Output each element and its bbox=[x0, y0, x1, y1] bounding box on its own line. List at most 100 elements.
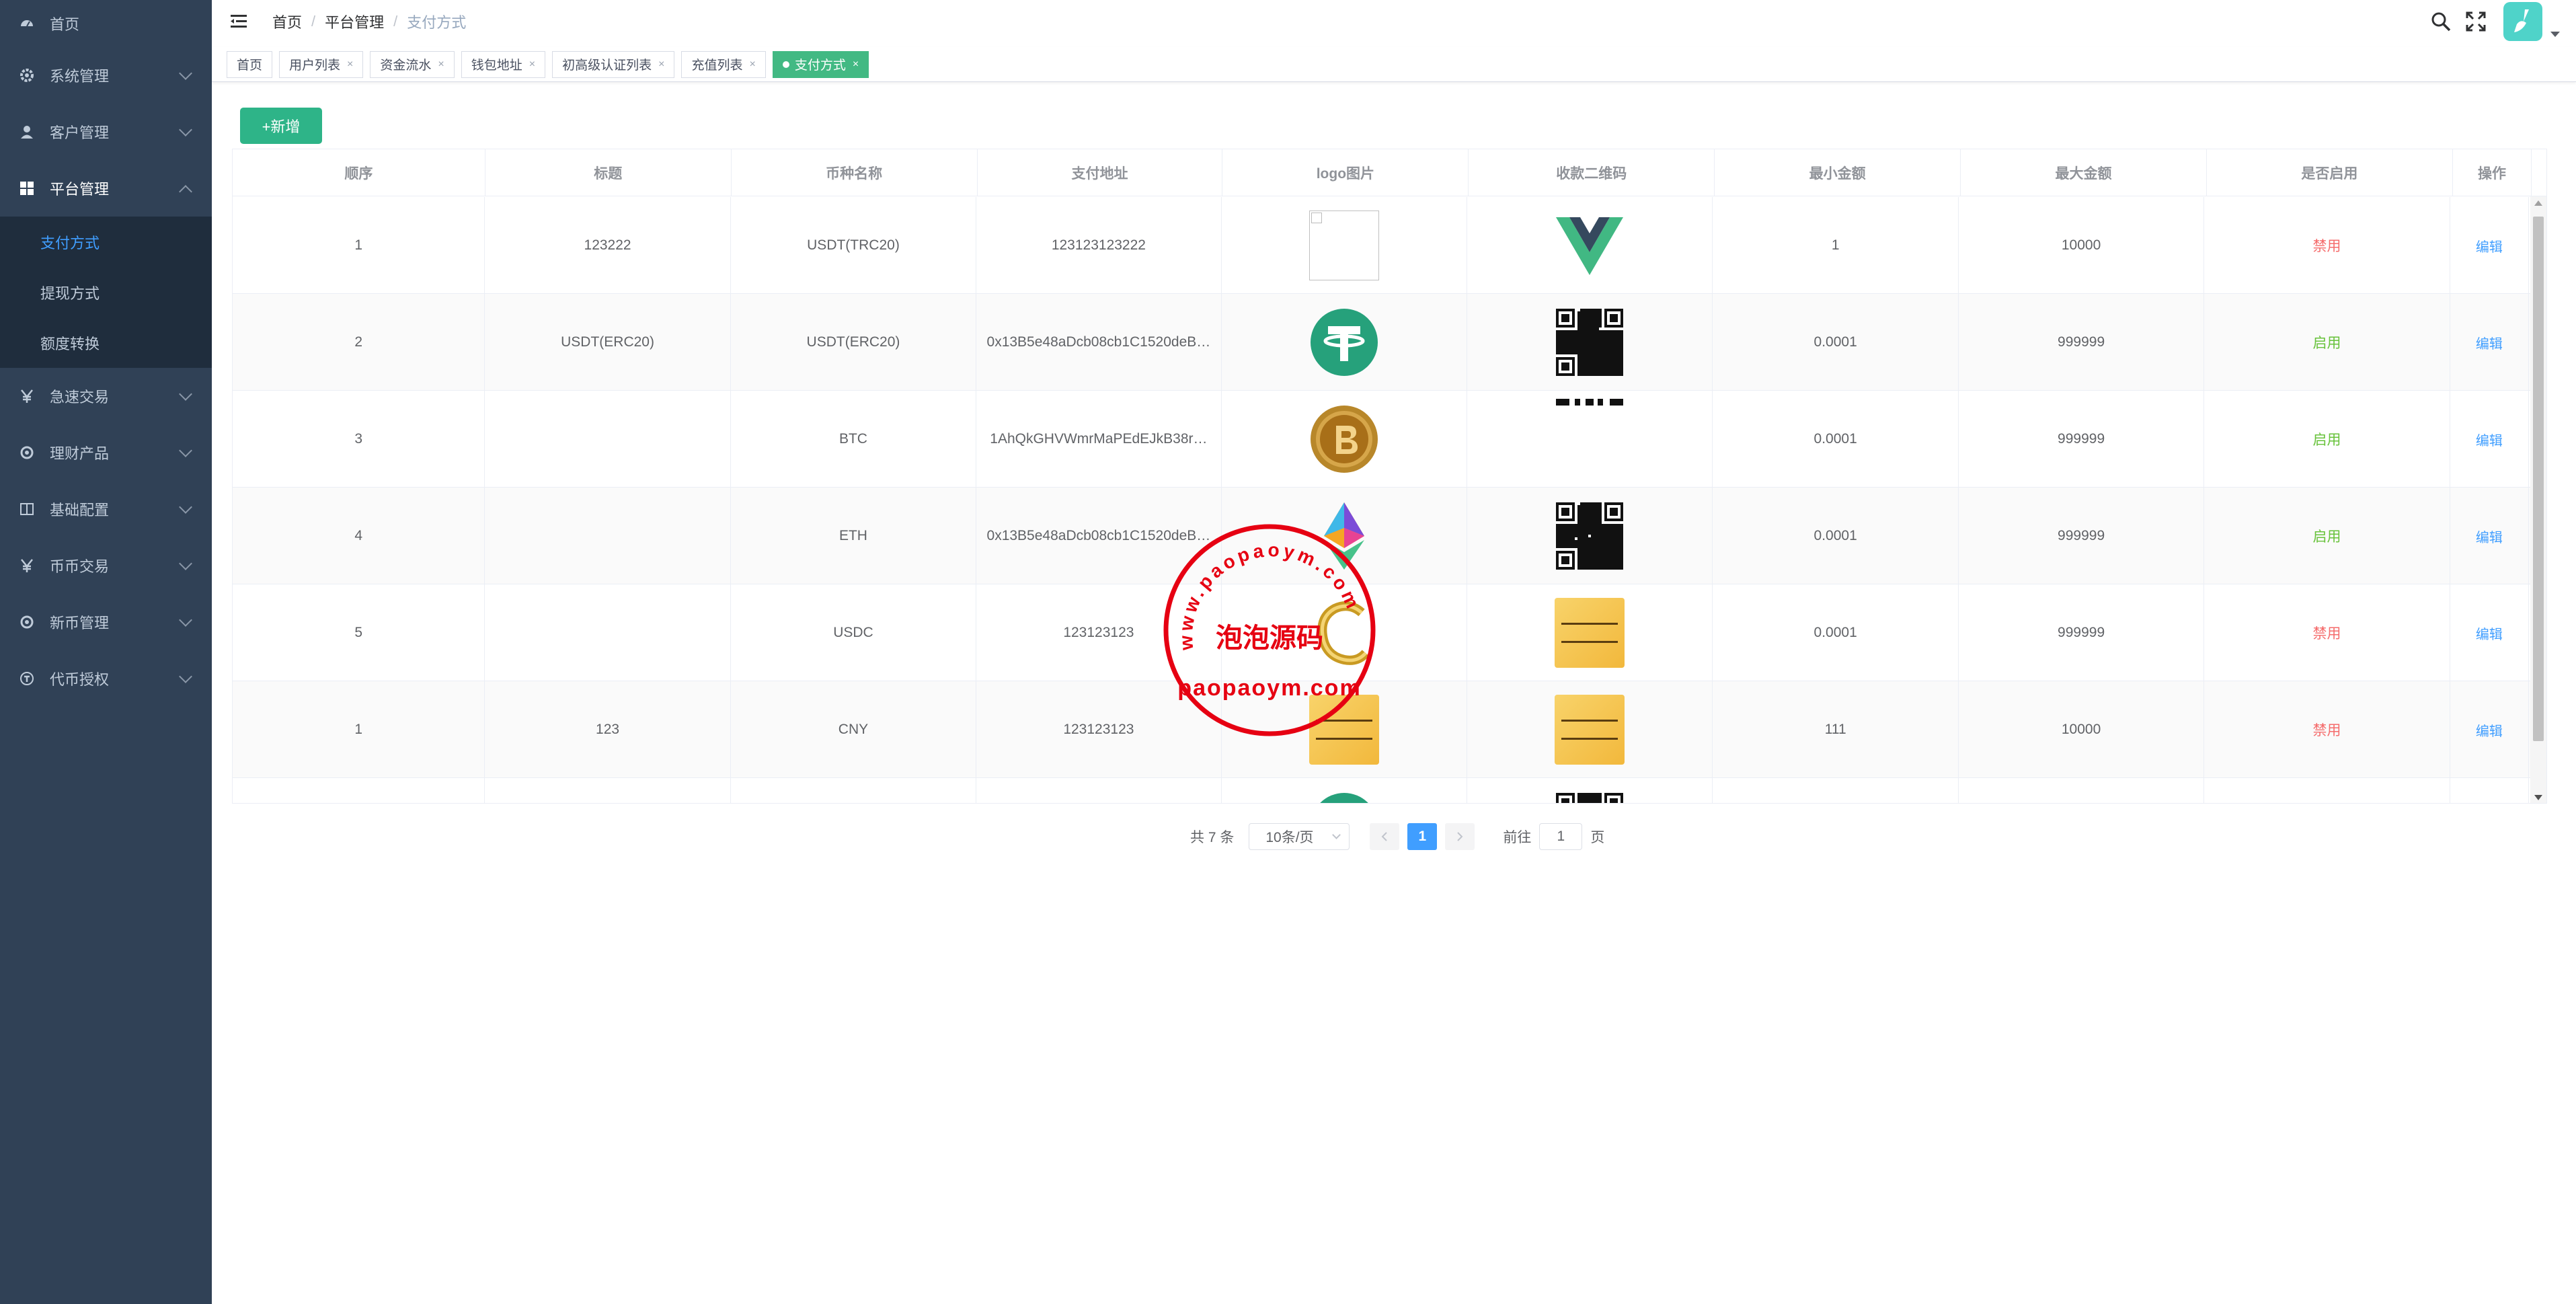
next-page-button[interactable] bbox=[1445, 823, 1475, 850]
sidebar-item-token-auth[interactable]: 代币授权 bbox=[0, 650, 212, 707]
sidebar-item-home[interactable]: 首页 bbox=[0, 0, 212, 47]
column-header-max: 最大金额 bbox=[1961, 149, 2207, 196]
page-number-button[interactable]: 1 bbox=[1407, 823, 1438, 850]
cell-status: 启用 bbox=[2204, 294, 2450, 391]
tag-verification-list[interactable]: 初高级认证列表 × bbox=[552, 50, 675, 78]
cell-status bbox=[2204, 778, 2450, 803]
status-badge: 禁用 bbox=[2312, 239, 2341, 254]
coin-value: USDT(ERC20) bbox=[806, 334, 900, 350]
scroll-down-icon[interactable] bbox=[2534, 795, 2542, 800]
close-icon[interactable]: × bbox=[438, 59, 444, 71]
tag-fund-flow[interactable]: 资金流水 × bbox=[370, 50, 455, 78]
qr-code-icon bbox=[1556, 502, 1624, 570]
cell-address: 0x13B5e48aDcb08cb1C1520deB… bbox=[976, 488, 1222, 584]
table-row: 1 123 CNY 123123123 111 10000 禁用 编辑 bbox=[233, 681, 2546, 778]
qr-code-icon bbox=[1556, 793, 1624, 803]
breadcrumb-item-platform[interactable]: 平台管理 bbox=[325, 11, 384, 32]
tag-recharge-list[interactable]: 充值列表 × bbox=[681, 50, 766, 78]
scroll-thumb[interactable] bbox=[2533, 217, 2544, 741]
search-icon[interactable] bbox=[2429, 10, 2452, 33]
order-value: 1 bbox=[354, 722, 363, 737]
sidebar-item-customers[interactable]: 客户管理 bbox=[0, 104, 212, 160]
cell-title: 123 bbox=[485, 681, 731, 778]
edit-button[interactable]: 编辑 bbox=[2476, 430, 2503, 449]
close-icon[interactable]: × bbox=[749, 59, 755, 71]
avatar[interactable] bbox=[2503, 2, 2560, 41]
pagination: 共 7 条 10条/页 1 前往 页 bbox=[1190, 823, 1604, 850]
edit-button[interactable]: 编辑 bbox=[2476, 623, 2503, 643]
tags-view: 首页 用户列表 × 资金流水 × 钱包地址 × 初高级认证列表 × 充值列表 ×… bbox=[212, 47, 2576, 82]
scroll-up-icon[interactable] bbox=[2534, 200, 2542, 206]
cell-min: 0.0001 bbox=[1713, 584, 1959, 681]
sidebar-subitem-label: 支付方式 bbox=[40, 234, 100, 252]
goto-page-input[interactable] bbox=[1539, 823, 1583, 850]
sidebar-item-system[interactable]: 系统管理 bbox=[0, 47, 212, 104]
cell-max: 999999 bbox=[1959, 584, 2205, 681]
coin-value: USDT(TRC20) bbox=[807, 237, 900, 253]
tag-user-list[interactable]: 用户列表 × bbox=[279, 50, 364, 78]
max-value: 10000 bbox=[2061, 237, 2101, 253]
address-value: 1AhQkGHVWmrMaPEdEJkB38r… bbox=[990, 431, 1208, 447]
close-icon[interactable]: × bbox=[347, 59, 353, 71]
max-value: 999999 bbox=[2058, 431, 2105, 447]
close-icon[interactable]: × bbox=[658, 59, 664, 71]
cell-order: 1 bbox=[233, 197, 485, 294]
edit-button[interactable]: 编辑 bbox=[2476, 527, 2503, 546]
tag-payment-methods[interactable]: 支付方式 × bbox=[772, 50, 869, 78]
sidebar-item-base-config[interactable]: 基础配置 bbox=[0, 481, 212, 537]
cell-title bbox=[485, 584, 731, 681]
add-button[interactable]: +新增 bbox=[240, 108, 322, 144]
title-value: 123222 bbox=[584, 237, 631, 253]
table-scrollbar[interactable] bbox=[2530, 196, 2546, 803]
edit-button[interactable]: 编辑 bbox=[2476, 720, 2503, 740]
sidebar-subitem-quota-conversion[interactable]: 额度转换 bbox=[0, 317, 212, 368]
edit-button[interactable]: 编辑 bbox=[2476, 236, 2503, 256]
close-icon[interactable]: × bbox=[529, 59, 535, 71]
table-row: 2 USDT(ERC20) USDT(ERC20) 0x13B5e48aDcb08cb… bbox=[233, 294, 2546, 391]
prev-page-button[interactable] bbox=[1370, 823, 1400, 850]
sidebar-subitem-withdraw-methods[interactable]: 提现方式 bbox=[0, 267, 212, 317]
sidebar-item-platform[interactable]: 平台管理 bbox=[0, 160, 212, 217]
cell-order: 5 bbox=[233, 584, 485, 681]
cell-max: 999999 bbox=[1959, 488, 2205, 584]
active-dot-icon bbox=[782, 61, 789, 68]
cell-address: 123123123 bbox=[976, 584, 1222, 681]
cell-status: 启用 bbox=[2204, 488, 2450, 584]
cell-max bbox=[1959, 778, 2205, 803]
cell-logo bbox=[1222, 197, 1468, 294]
cell-coin bbox=[731, 778, 977, 803]
cell-logo bbox=[1222, 584, 1468, 681]
tag-label: 初高级认证列表 bbox=[562, 59, 652, 73]
gold-card-image bbox=[1555, 598, 1625, 668]
edit-button[interactable]: 编辑 bbox=[2476, 333, 2503, 352]
cell-logo bbox=[1222, 681, 1468, 778]
coin-value: BTC bbox=[838, 431, 867, 447]
close-icon[interactable]: × bbox=[853, 59, 859, 71]
sidebar-item-finance[interactable]: 理财产品 bbox=[0, 424, 212, 481]
hamburger-icon[interactable] bbox=[229, 11, 249, 32]
tag-wallet-address[interactable]: 钱包地址 × bbox=[461, 50, 546, 78]
cell-coin: USDC bbox=[731, 584, 977, 681]
sidebar-item-fast-trade[interactable]: 急速交易 bbox=[0, 368, 212, 424]
page-size-select[interactable]: 10条/页 bbox=[1249, 823, 1350, 850]
book-icon bbox=[19, 501, 35, 517]
cell-status: 禁用 bbox=[2204, 681, 2450, 778]
sidebar-subitem-payment-methods[interactable]: 支付方式 bbox=[0, 217, 212, 267]
breadcrumb-item-home[interactable]: 首页 bbox=[272, 11, 302, 32]
max-value: 999999 bbox=[2058, 528, 2105, 543]
column-header-qr: 收款二维码 bbox=[1469, 149, 1715, 196]
cell-title bbox=[485, 391, 731, 488]
fullscreen-icon[interactable] bbox=[2464, 10, 2487, 33]
tag-home[interactable]: 首页 bbox=[227, 50, 273, 78]
cell-max: 10000 bbox=[1959, 197, 2205, 294]
cell-address bbox=[976, 778, 1222, 803]
table-row: 4 ETH 0x13B5e48aDcb08cb1C1520deB… 0.0001 999… bbox=[233, 488, 2546, 584]
sidebar-item-coin-trade[interactable]: 币币交易 bbox=[0, 537, 212, 594]
cell-min bbox=[1713, 778, 1959, 803]
min-value: 0.0001 bbox=[1813, 334, 1857, 350]
cell-max: 999999 bbox=[1959, 294, 2205, 391]
status-badge: 启用 bbox=[2312, 336, 2341, 351]
sidebar-item-new-coin[interactable]: 新币管理 bbox=[0, 594, 212, 650]
bitcoin-logo-icon bbox=[1310, 406, 1378, 473]
table-row: 1 123222 USDT(TRC20) 123123123222 1 10000 禁用 编辑 bbox=[233, 197, 2546, 294]
